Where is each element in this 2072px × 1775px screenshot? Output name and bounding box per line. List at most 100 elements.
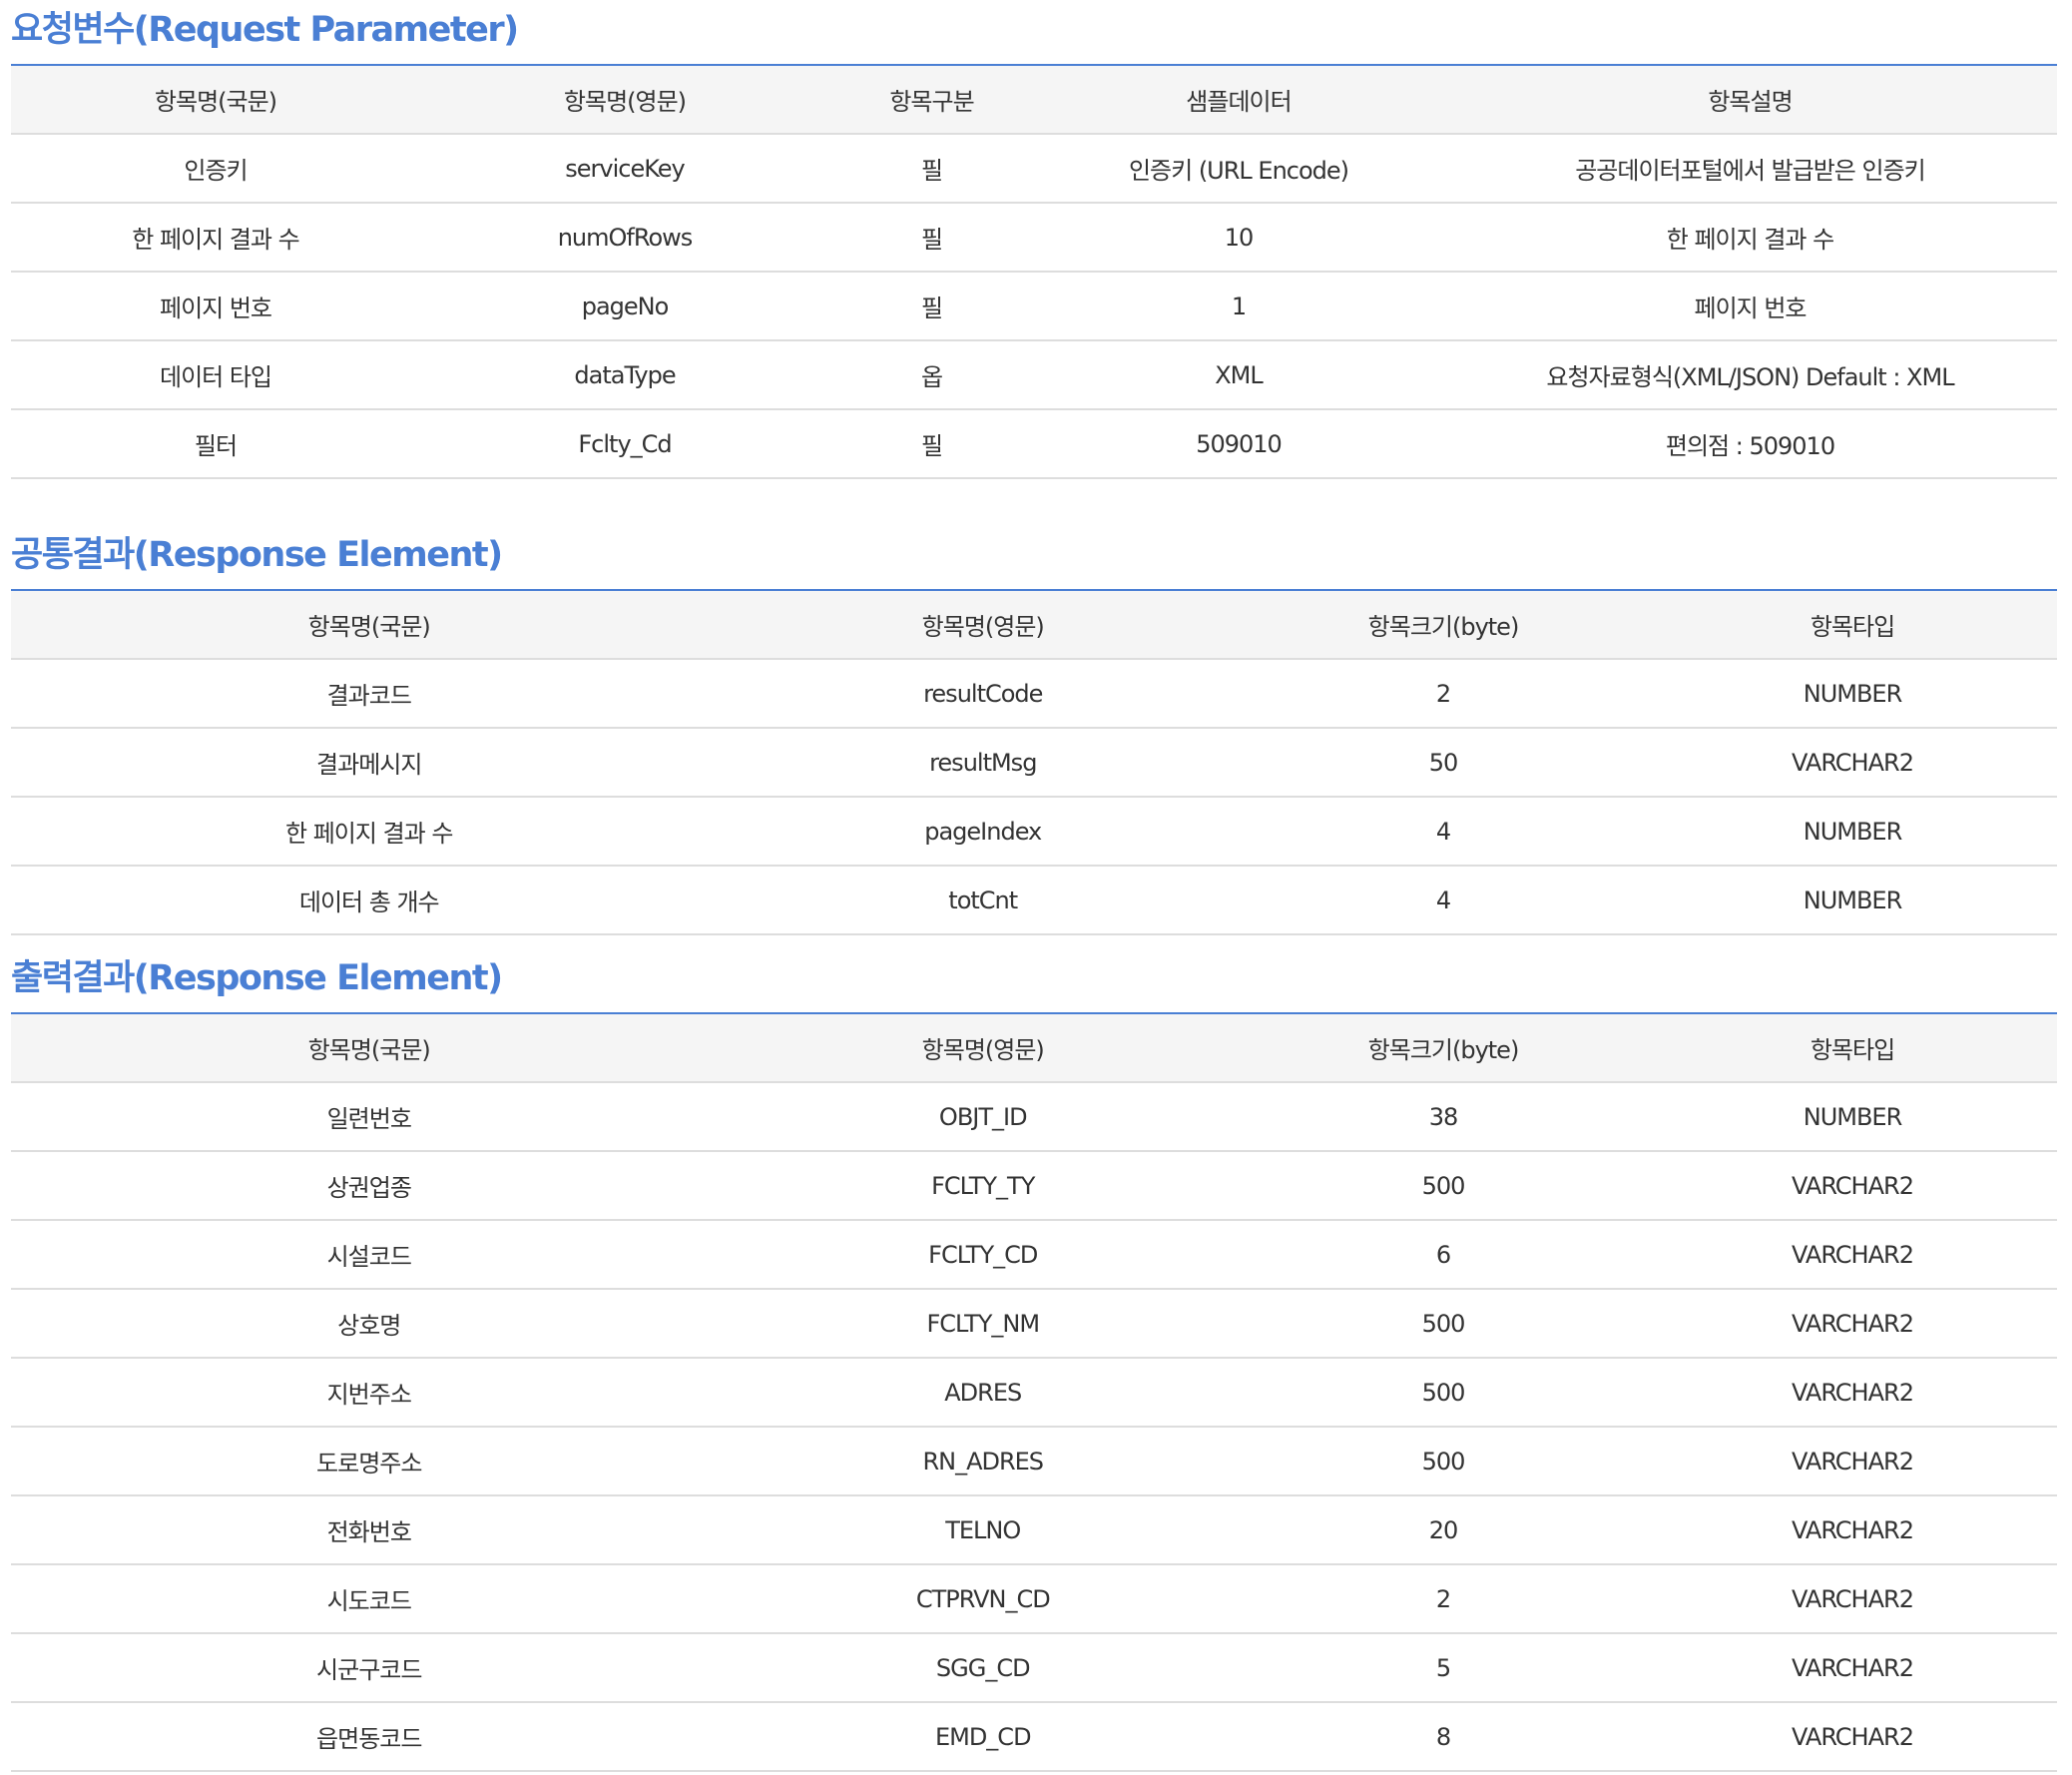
table-cell: 38 [1239,1082,1648,1152]
table-cell: 시설코드 [11,1220,728,1290]
table-header-row: 항목명(국문) 항목명(영문) 항목구분 샘플데이터 항목설명 [11,65,2057,135]
column-header: 항목명(국문) [11,590,728,660]
table-cell: 5 [1239,1633,1648,1703]
table-cell: VARCHAR2 [1648,1427,2057,1496]
table-cell: 한 페이지 결과 수 [11,797,728,867]
table-cell: 500 [1239,1289,1648,1359]
column-header: 항목설명 [1443,65,2057,135]
table-cell: 읍면동코드 [11,1702,728,1772]
api-spec-page: 요청변수(Request Parameter) 항목명(국문) 항목명(영문) … [0,0,2072,1775]
table-cell: EMD_CD [727,1702,1239,1772]
column-header: 항목명(국문) [11,1013,728,1083]
table-cell: 시도코드 [11,1564,728,1634]
request-parameter-table: 항목명(국문) 항목명(영문) 항목구분 샘플데이터 항목설명 인증키 serv… [11,64,2057,479]
table-cell: NUMBER [1648,659,2057,729]
table-cell: 페이지 번호 [1443,272,2057,341]
table-cell: totCnt [727,866,1239,935]
table-cell: VARCHAR2 [1648,1564,2057,1634]
table-cell: OBJT_ID [727,1082,1239,1152]
table-row: 지번주소 ADRES 500 VARCHAR2 [11,1358,2057,1428]
table-cell: SGG_CD [727,1633,1239,1703]
common-result-title: 공통결과(Response Element) [11,535,503,575]
table-row: 한 페이지 결과 수 numOfRows 필 10 한 페이지 결과 수 [11,203,2057,273]
table-cell: 1 [1034,272,1443,341]
table-cell: VARCHAR2 [1648,1495,2057,1565]
table-row: 결과메시지 resultMsg 50 VARCHAR2 [11,728,2057,798]
column-header: 항목명(국문) [11,65,420,135]
table-cell: dataType [420,340,829,410]
table-cell: VARCHAR2 [1648,728,2057,798]
table-cell: ADRES [727,1358,1239,1428]
table-cell: 데이터 총 개수 [11,866,728,935]
table-cell: FCLTY_NM [727,1289,1239,1359]
table-row: 결과코드 resultCode 2 NUMBER [11,659,2057,729]
table-row: 시군구코드 SGG_CD 5 VARCHAR2 [11,1633,2057,1703]
table-cell: 상권업종 [11,1151,728,1221]
table-row: 데이터 타입 dataType 옵 XML 요청자료형식(XML/JSON) D… [11,340,2057,410]
table-row: 일련번호 OBJT_ID 38 NUMBER [11,1082,2057,1152]
table-cell: 데이터 타입 [11,340,420,410]
table-cell: 인증키 (URL Encode) [1034,134,1443,204]
table-cell: resultCode [727,659,1239,729]
table-cell: VARCHAR2 [1648,1633,2057,1703]
table-row: 페이지 번호 pageNo 필 1 페이지 번호 [11,272,2057,341]
table-row: 도로명주소 RN_ADRES 500 VARCHAR2 [11,1427,2057,1496]
table-cell: 필터 [11,409,420,479]
request-parameter-section: 요청변수(Request Parameter) 항목명(국문) 항목명(영문) … [11,0,2057,479]
table-cell: 509010 [1034,409,1443,479]
column-header: 항목크기(byte) [1239,1013,1648,1083]
table-row: 전화번호 TELNO 20 VARCHAR2 [11,1495,2057,1565]
table-cell: 결과코드 [11,659,728,729]
common-result-section: 공통결과(Response Element) 항목명(국문) 항목명(영문) 항… [11,533,2057,935]
table-cell: 4 [1239,797,1648,867]
table-cell: NUMBER [1648,866,2057,935]
table-cell: 8 [1239,1702,1648,1772]
table-row: 읍면동코드 EMD_CD 8 VARCHAR2 [11,1702,2057,1772]
table-cell: 500 [1239,1427,1648,1496]
table-header-row: 항목명(국문) 항목명(영문) 항목크기(byte) 항목타입 [11,590,2057,660]
table-header-row: 항목명(국문) 항목명(영문) 항목크기(byte) 항목타입 [11,1013,2057,1083]
table-cell: 편의점 : 509010 [1443,409,2057,479]
table-cell: 2 [1239,1564,1648,1634]
table-cell: 10 [1034,203,1443,273]
output-result-section: 출력결과(Response Element) 항목명(국문) 항목명(영문) 항… [11,956,2057,1772]
table-cell: 2 [1239,659,1648,729]
table-cell: 인증키 [11,134,420,204]
table-cell: 필 [829,272,1034,341]
table-row: 시설코드 FCLTY_CD 6 VARCHAR2 [11,1220,2057,1290]
table-cell: 필 [829,203,1034,273]
column-header: 항목크기(byte) [1239,590,1648,660]
table-cell: VARCHAR2 [1648,1220,2057,1290]
table-cell: 20 [1239,1495,1648,1565]
table-cell: 공공데이터포털에서 발급받은 인증키 [1443,134,2057,204]
table-cell: 결과메시지 [11,728,728,798]
table-cell: pageNo [420,272,829,341]
column-header: 항목타입 [1648,1013,2057,1083]
table-cell: 지번주소 [11,1358,728,1428]
column-header: 항목구분 [829,65,1034,135]
common-result-table: 항목명(국문) 항목명(영문) 항목크기(byte) 항목타입 결과코드 res… [11,589,2057,935]
table-row: 상권업종 FCLTY_TY 500 VARCHAR2 [11,1151,2057,1221]
table-cell: 한 페이지 결과 수 [1443,203,2057,273]
output-result-title: 출력결과(Response Element) [11,958,503,998]
table-row: 데이터 총 개수 totCnt 4 NUMBER [11,866,2057,935]
table-cell: FCLTY_TY [727,1151,1239,1221]
table-cell: CTPRVN_CD [727,1564,1239,1634]
table-cell: numOfRows [420,203,829,273]
output-result-table: 항목명(국문) 항목명(영문) 항목크기(byte) 항목타입 일련번호 OBJ… [11,1012,2057,1772]
table-cell: VARCHAR2 [1648,1289,2057,1359]
table-cell: 500 [1239,1358,1648,1428]
column-header: 항목타입 [1648,590,2057,660]
table-cell: 시군구코드 [11,1633,728,1703]
table-cell: 요청자료형식(XML/JSON) Default : XML [1443,340,2057,410]
table-cell: 상호명 [11,1289,728,1359]
table-cell: XML [1034,340,1443,410]
table-cell: 필 [829,409,1034,479]
table-cell: VARCHAR2 [1648,1151,2057,1221]
table-cell: pageIndex [727,797,1239,867]
table-row: 시도코드 CTPRVN_CD 2 VARCHAR2 [11,1564,2057,1634]
table-row: 한 페이지 결과 수 pageIndex 4 NUMBER [11,797,2057,867]
table-cell: 필 [829,134,1034,204]
table-cell: 6 [1239,1220,1648,1290]
column-header: 항목명(영문) [727,590,1239,660]
